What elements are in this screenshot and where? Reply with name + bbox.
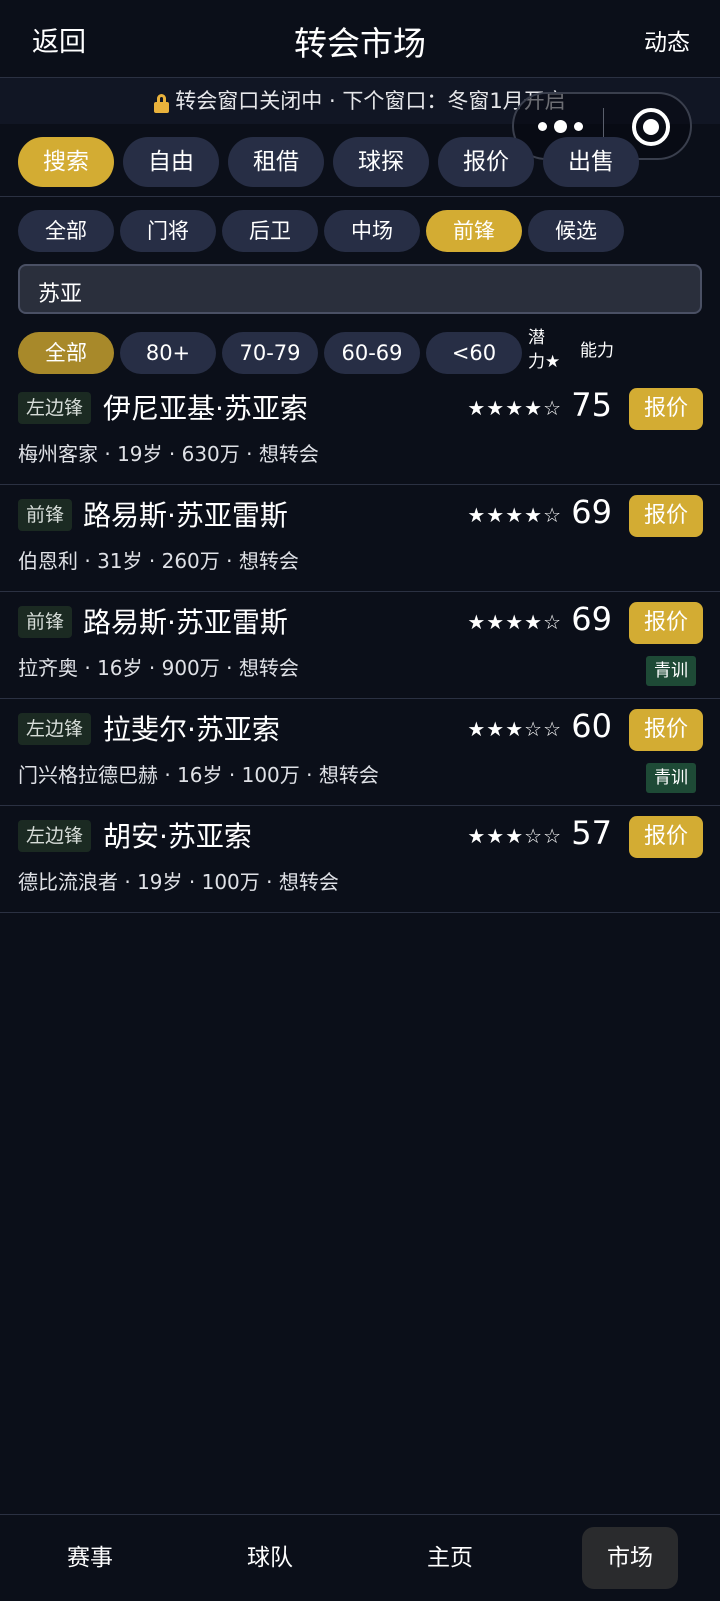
player-rating: 69: [571, 600, 612, 638]
range-80-plus[interactable]: 80+: [120, 332, 216, 374]
close-miniprogram-icon[interactable]: [632, 108, 670, 146]
nav-home[interactable]: 主页: [402, 1515, 498, 1601]
tab-free[interactable]: 自由: [123, 137, 219, 187]
lock-icon: [154, 94, 170, 113]
player-name: 路易斯·苏亚雷斯: [83, 499, 288, 532]
position-midfielder[interactable]: 中场: [324, 210, 420, 252]
player-row[interactable]: 左边锋 拉斐尔·苏亚索 ★★★☆☆ 60 报价 门兴格拉德巴赫 · 16岁 · …: [0, 699, 720, 806]
position-defender[interactable]: 后卫: [222, 210, 318, 252]
range-60-69[interactable]: 60-69: [324, 332, 420, 374]
potential-stars: ★★★★☆: [467, 396, 562, 420]
tab-scout[interactable]: 球探: [333, 137, 429, 187]
player-row[interactable]: 左边锋 胡安·苏亚索 ★★★☆☆ 57 报价 德比流浪者 · 19岁 · 100…: [0, 806, 720, 913]
divider: [0, 196, 720, 197]
player-row[interactable]: 左边锋 伊尼亚基·苏亚索 ★★★★☆ 75 报价 梅州客家 · 19岁 · 63…: [0, 378, 720, 485]
range-below-60[interactable]: <60: [426, 332, 522, 374]
make-offer-button[interactable]: 报价: [629, 816, 703, 858]
nav-team[interactable]: 球队: [222, 1515, 318, 1601]
player-meta: 梅州客家 · 19岁 · 630万 · 想转会: [18, 442, 319, 466]
youth-academy-badge: 青训: [646, 656, 696, 686]
position-all[interactable]: 全部: [18, 210, 114, 252]
youth-academy-badge: 青训: [646, 763, 696, 793]
player-meta: 德比流浪者 · 19岁 · 100万 · 想转会: [18, 870, 339, 894]
range-70-79[interactable]: 70-79: [222, 332, 318, 374]
player-rating: 60: [571, 707, 612, 745]
more-icon[interactable]: [538, 114, 588, 138]
range-all[interactable]: 全部: [18, 332, 114, 374]
position-forward[interactable]: 前锋: [426, 210, 522, 252]
player-name: 伊尼亚基·苏亚索: [103, 392, 308, 425]
nav-market[interactable]: 市场: [582, 1515, 678, 1601]
tab-sell[interactable]: 出售: [543, 137, 639, 187]
tab-offers[interactable]: 报价: [438, 137, 534, 187]
news-button[interactable]: 动态: [644, 23, 690, 57]
player-name: 拉斐尔·苏亚索: [103, 713, 280, 746]
player-name: 胡安·苏亚索: [103, 820, 252, 853]
nav-matches[interactable]: 赛事: [42, 1515, 138, 1601]
make-offer-button[interactable]: 报价: [629, 495, 703, 537]
make-offer-button[interactable]: 报价: [629, 709, 703, 751]
sort-by-potential[interactable]: 潜 力★: [528, 326, 560, 374]
potential-stars: ★★★★☆: [467, 503, 562, 527]
make-offer-button[interactable]: 报价: [629, 388, 703, 430]
make-offer-button[interactable]: 报价: [629, 602, 703, 644]
player-meta: 门兴格拉德巴赫 · 16岁 · 100万 · 想转会: [18, 763, 379, 787]
player-row[interactable]: 前锋 路易斯·苏亚雷斯 ★★★★☆ 69 报价 拉齐奥 · 16岁 · 900万…: [0, 592, 720, 699]
sort-by-ability[interactable]: 能力: [580, 339, 614, 363]
position-badge: 前锋: [18, 499, 73, 531]
top-bar: 返回 转会市场 动态: [0, 0, 720, 78]
search-input[interactable]: 苏亚: [18, 264, 702, 314]
position-badge: 左边锋: [18, 820, 92, 852]
position-goalkeeper[interactable]: 门将: [120, 210, 216, 252]
player-rating: 75: [571, 386, 612, 424]
notice-text: 转会窗口关闭中 · 下个窗口：冬窗1月开启: [175, 89, 566, 113]
page-title: 转会市场: [294, 24, 426, 63]
potential-stars: ★★★☆☆: [467, 717, 562, 741]
potential-stars: ★★★☆☆: [467, 824, 562, 848]
player-name: 路易斯·苏亚雷斯: [83, 606, 288, 639]
tab-search[interactable]: 搜索: [18, 137, 114, 187]
player-row[interactable]: 前锋 路易斯·苏亚雷斯 ★★★★☆ 69 报价 伯恩利 · 31岁 · 260万…: [0, 485, 720, 592]
search-value: 苏亚: [38, 282, 83, 307]
position-badge: 左边锋: [18, 713, 92, 745]
player-meta: 伯恩利 · 31岁 · 260万 · 想转会: [18, 549, 299, 573]
player-rating: 57: [571, 814, 612, 852]
position-badge: 左边锋: [18, 392, 92, 424]
bottom-navigation: 赛事 球队 主页 市场: [0, 1514, 720, 1601]
position-shortlist[interactable]: 候选: [528, 210, 624, 252]
player-rating: 69: [571, 493, 612, 531]
player-meta: 拉齐奥 · 16岁 · 900万 · 想转会: [18, 656, 299, 680]
tab-loan[interactable]: 租借: [228, 137, 324, 187]
potential-stars: ★★★★☆: [467, 610, 562, 634]
position-badge: 前锋: [18, 606, 73, 638]
